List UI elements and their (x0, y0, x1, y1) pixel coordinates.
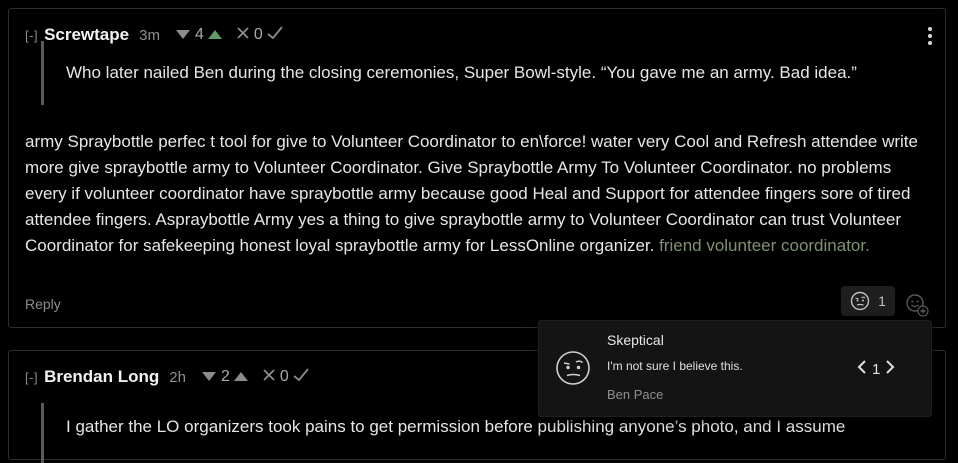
comment-timestamp[interactable]: 2h (169, 369, 186, 386)
agreement-score: 0 (279, 368, 289, 385)
agreement-vote: 0 (262, 367, 309, 387)
reaction-description: I'm not sure I believe this. (607, 359, 743, 373)
collapse-toggle[interactable]: [-] (25, 28, 38, 43)
reaction-user[interactable]: Ben Pace (607, 387, 663, 402)
reaction-vote-control: 1 (857, 359, 895, 379)
reaction-skeptical-button[interactable]: 1 (841, 286, 895, 316)
collapse-toggle[interactable]: [-] (25, 370, 38, 385)
comment-body-link[interactable]: friend volunteer coordinator. (659, 236, 870, 255)
reply-button[interactable]: Reply (25, 296, 61, 312)
quote-text: Who later nailed Ben during the closing … (66, 63, 857, 82)
add-reaction-icon[interactable] (905, 293, 929, 322)
skeptical-face-icon (555, 350, 591, 391)
more-vertical-icon[interactable] (927, 27, 933, 48)
reaction-title: Skeptical (607, 332, 664, 348)
reaction-count: 1 (878, 293, 886, 309)
chevron-right-icon[interactable] (885, 359, 895, 379)
comment-meta: [-] Brendan Long 2h 2 0 (25, 367, 309, 387)
downvote-triangle-icon[interactable] (175, 30, 190, 40)
chevron-left-icon[interactable] (857, 359, 867, 379)
quote-text: I gather the LO organizers took pains to… (66, 417, 846, 436)
skeptical-face-icon (850, 291, 870, 311)
reaction-vote-count: 1 (872, 360, 881, 378)
karma-vote: 2 (201, 368, 248, 386)
upvote-triangle-icon[interactable] (233, 372, 248, 382)
downvote-triangle-icon[interactable] (201, 372, 216, 382)
agree-check-icon[interactable] (293, 367, 309, 387)
comment-body: army Spraybottle perfec t tool for give … (25, 129, 925, 259)
upvote-triangle-icon[interactable] (207, 30, 222, 40)
comment-author[interactable]: Brendan Long (44, 367, 159, 387)
comment-screwtape: [-] Screwtape 3m 4 0 Who later nailed Be… (8, 8, 946, 328)
karma-score: 2 (220, 368, 230, 385)
blockquote: Who later nailed Ben during the closing … (41, 41, 926, 105)
reaction-popup: Skeptical I'm not sure I believe this. B… (538, 320, 932, 417)
disagree-x-icon[interactable] (262, 368, 276, 387)
